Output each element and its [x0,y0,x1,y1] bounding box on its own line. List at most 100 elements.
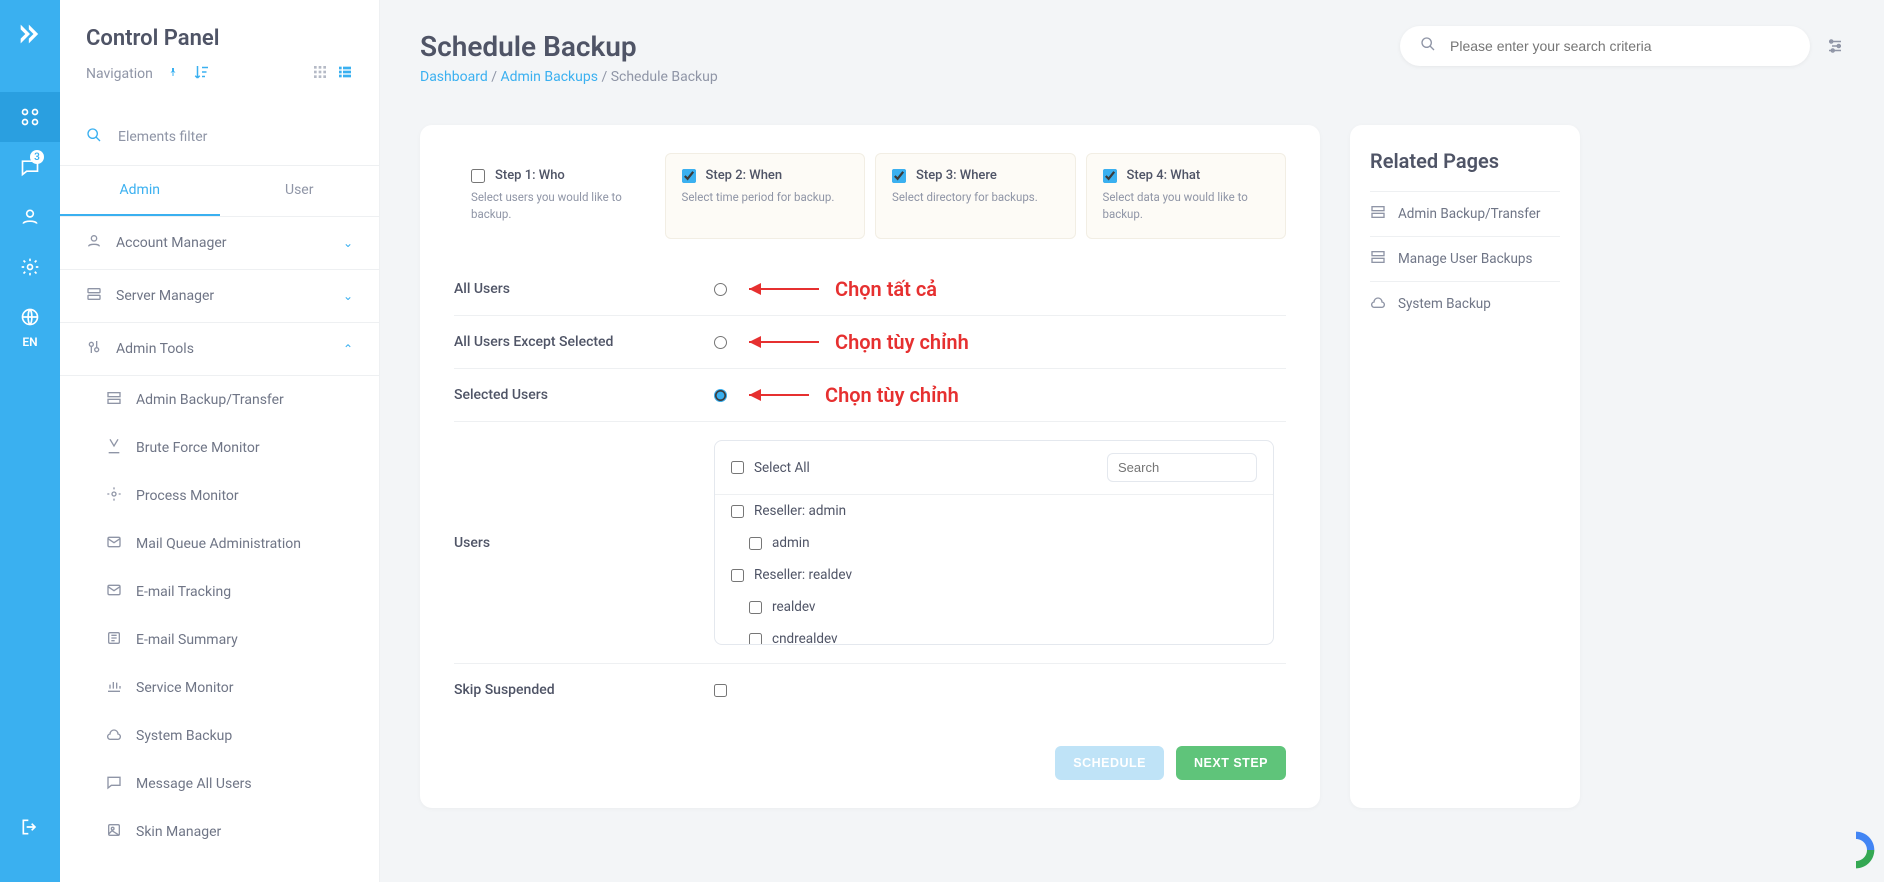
nav-icon [106,726,122,746]
related-label: System Backup [1398,296,1491,312]
sort-icon[interactable] [193,63,211,85]
main: Schedule Backup Dashboard / Admin Backup… [380,0,1884,838]
row-users: Users Select All Reseller: admin admin Res… [454,422,1286,664]
select-all[interactable]: Select All [731,460,810,476]
row-skip: Skip Suspended [454,664,1286,716]
nav-sub-label: Process Monitor [136,488,239,504]
list-view-icon[interactable] [337,68,353,84]
tab-admin[interactable]: Admin [60,166,220,216]
elements-filter[interactable]: Elements filter [60,109,379,166]
step-4-checkbox[interactable] [1103,169,1117,183]
rail-dashboard-icon[interactable] [0,92,60,142]
step-2-checkbox[interactable] [682,169,696,183]
related-item[interactable]: Admin Backup/Transfer [1370,191,1560,236]
logo-icon [16,20,44,52]
user-checkbox[interactable] [749,537,762,550]
nav-sub-label: E-mail Summary [136,632,238,648]
radio-except[interactable] [714,336,727,349]
nav-icon [106,534,122,554]
related-pages: Related Pages Admin Backup/TransferManag… [1350,125,1580,808]
nav-sub-item[interactable]: E-mail Tracking [60,568,379,616]
label-all-users: All Users [454,281,714,297]
nav-sub-item[interactable]: E-mail Summary [60,616,379,664]
users-box: Select All Reseller: admin admin Reseller:… [714,440,1274,645]
users-search-input[interactable] [1107,453,1257,482]
radio-selected[interactable] [714,389,727,402]
step-desc: Select data you would like to backup. [1103,189,1270,222]
rail-settings-icon[interactable] [0,242,60,292]
nav-label-tools: Admin Tools [116,341,194,357]
nav-admin-tools[interactable]: Admin Tools ⌃ [60,323,379,376]
label-users: Users [454,535,714,551]
user-label: cndrealdev [772,631,838,644]
nav-icon [106,630,122,650]
user-list-item[interactable]: Reseller: realdev [715,559,1273,591]
messages-badge: 3 [30,150,44,164]
radio-all-users[interactable] [714,283,727,296]
nav-label-account: Account Manager [116,235,227,251]
nav-icon [106,678,122,698]
icon-rail: 3 EN [0,0,60,882]
user-label: Reseller: admin [754,503,846,519]
step-title: Step 1: Who [495,168,565,183]
tab-user[interactable]: User [220,166,380,216]
nav-sub-item[interactable]: Message All Users [60,760,379,808]
user-checkbox[interactable] [749,601,762,614]
user-list-item[interactable]: Reseller: admin [715,495,1273,527]
user-checkbox[interactable] [731,505,744,518]
user-checkbox[interactable] [731,569,744,582]
nav-icon [106,390,122,410]
rail-lang[interactable]: EN [0,332,60,352]
step-title: Step 3: Where [916,168,997,183]
rail-user-icon[interactable] [0,192,60,242]
settings-icon[interactable] [1826,37,1844,55]
schedule-button[interactable]: SCHEDULE [1055,746,1164,780]
grid-view-icon[interactable] [312,68,328,84]
pin-icon[interactable] [167,66,179,82]
search-input[interactable] [1450,38,1790,54]
nav-account-manager[interactable]: Account Manager ⌄ [60,217,379,270]
user-list-item[interactable]: admin [715,527,1273,559]
nav-server-manager[interactable]: Server Manager ⌄ [60,270,379,323]
step-desc: Select directory for backups. [892,189,1059,206]
nav-sub-item[interactable]: Service Monitor [60,664,379,712]
user-checkbox[interactable] [749,633,762,645]
label-except: All Users Except Selected [454,334,714,350]
user-list-item[interactable]: cndrealdev [715,623,1273,644]
related-item[interactable]: Manage User Backups [1370,236,1560,281]
rail-messages-icon[interactable]: 3 [0,142,60,192]
select-all-checkbox[interactable] [731,461,744,474]
nav-sub-item[interactable]: System Backup [60,712,379,760]
step-3[interactable]: Step 3: Where Select directory for backu… [875,153,1076,239]
search-icon [86,127,102,147]
label-selected: Selected Users [454,387,714,403]
crumb-backups[interactable]: Admin Backups [500,69,597,85]
nav-sub-item[interactable]: Skin Manager [60,808,379,856]
step-3-checkbox[interactable] [892,169,906,183]
skip-suspended-checkbox[interactable] [714,684,727,697]
related-icon [1370,204,1386,224]
related-item[interactable]: System Backup [1370,281,1560,326]
step-2[interactable]: Step 2: When Select time period for back… [665,153,866,239]
rail-logout-icon[interactable] [0,802,60,852]
next-step-button[interactable]: NEXT STEP [1176,746,1286,780]
user-list-item[interactable]: realdev [715,591,1273,623]
chevron-down-icon: ⌄ [343,236,353,250]
nav-sub-item[interactable]: Admin Backup/Transfer [60,376,379,424]
nav-sub-item[interactable]: Brute Force Monitor [60,424,379,472]
global-search[interactable] [1400,26,1810,66]
nav-icon [106,774,122,794]
step-1[interactable]: Step 1: Who Select users you would like … [454,153,655,239]
user-icon [86,233,102,253]
annotation-selected: Chọn tùy chỉnh [825,383,959,407]
row-selected: Selected Users Chọn tùy chỉnh [454,369,1286,422]
row-all-users: All Users Chọn tất cả [454,263,1286,316]
step-title: Step 4: What [1127,168,1201,183]
nav-sub-item[interactable]: Mail Queue Administration [60,520,379,568]
step-1-checkbox[interactable] [471,169,485,183]
step-4[interactable]: Step 4: What Select data you would like … [1086,153,1287,239]
nav-icon [106,438,122,458]
user-label: admin [772,535,810,551]
crumb-dashboard[interactable]: Dashboard [420,69,488,85]
nav-sub-item[interactable]: Process Monitor [60,472,379,520]
